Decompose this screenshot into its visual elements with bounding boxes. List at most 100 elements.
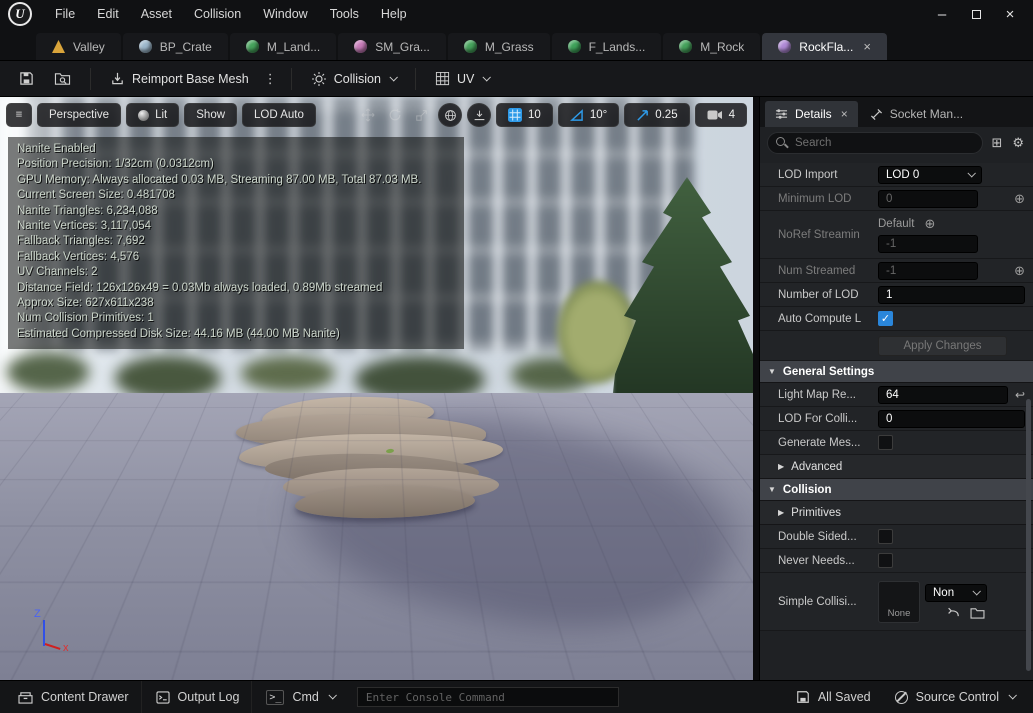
uv-menu-button[interactable]: UV: [426, 65, 498, 93]
perspective-label: Perspective: [49, 109, 110, 121]
generate-mesh-checkbox[interactable]: ✓: [878, 435, 893, 450]
property-label: Auto Compute L: [778, 312, 862, 325]
browse-to-asset-icon[interactable]: [970, 607, 985, 619]
close-tab-icon[interactable]: ×: [863, 39, 871, 54]
tab-details[interactable]: Details ×: [765, 101, 858, 127]
save-button[interactable]: [10, 65, 43, 93]
angle-snap-icon: [569, 109, 583, 121]
collision-menu-button[interactable]: Collision: [302, 65, 405, 93]
never-needs-checkbox[interactable]: ✓: [878, 553, 893, 568]
asset-tab-f-lands[interactable]: F_Lands...: [551, 33, 662, 60]
menu-collision[interactable]: Collision: [183, 0, 252, 28]
section-collision[interactable]: ▼ Collision: [760, 479, 1033, 501]
details-scrollbar[interactable]: [1026, 399, 1031, 671]
num-streamed-input[interactable]: -1: [878, 261, 978, 280]
lod-auto-button[interactable]: LOD Auto: [242, 103, 316, 127]
menu-help[interactable]: Help: [370, 0, 418, 28]
chevron-down-icon: [967, 168, 976, 178]
asset-tab-label: SM_Gra...: [375, 39, 430, 54]
static-mesh-icon: [778, 40, 792, 53]
output-log-icon: [155, 690, 170, 704]
browse-to-asset-button[interactable]: [45, 65, 80, 93]
console-command-input[interactable]: [356, 687, 619, 707]
move-icon: [361, 108, 375, 122]
row-advanced-expander[interactable]: ▶ Advanced: [760, 455, 1033, 479]
asset-tab-valley[interactable]: Valley: [36, 33, 121, 60]
unreal-logo-letter: U: [15, 6, 25, 21]
row-primitives-expander[interactable]: ▶ Primitives: [760, 501, 1033, 525]
add-override-icon[interactable]: ⊕: [1014, 191, 1025, 207]
scale-snap-control[interactable]: 0.25: [624, 103, 690, 127]
output-log-button[interactable]: Output Log: [144, 680, 253, 713]
content-drawer-button[interactable]: Content Drawer: [6, 680, 142, 713]
socket-manager-tab-label: Socket Man...: [889, 107, 964, 121]
lit-icon: [138, 109, 150, 121]
gear-icon[interactable]: ⚙: [1010, 135, 1026, 151]
double-sided-checkbox[interactable]: ✓: [878, 529, 893, 544]
lod-import-dropdown[interactable]: LOD 0: [878, 165, 982, 184]
menu-edit[interactable]: Edit: [86, 0, 130, 28]
asset-tab-sm-gra[interactable]: SM_Gra...: [338, 33, 446, 60]
menu-file[interactable]: File: [44, 0, 86, 28]
reimport-base-mesh-button[interactable]: Reimport Base Mesh: [101, 65, 258, 93]
lod-for-collision-input[interactable]: 0: [878, 409, 1025, 428]
asset-tab-rockfla-active[interactable]: RockFla... ×: [762, 33, 887, 60]
asset-tab-bp-crate[interactable]: BP_Crate: [122, 33, 228, 60]
menu-window[interactable]: Window: [252, 0, 318, 28]
collision-asset-thumbnail[interactable]: None: [878, 580, 920, 623]
section-general-settings[interactable]: ▼ General Settings: [760, 361, 1033, 383]
grid-snap-control[interactable]: 10: [496, 103, 553, 127]
maximize-button[interactable]: [959, 1, 993, 27]
show-menu-button[interactable]: Show: [184, 103, 238, 127]
world-space-toggle-button[interactable]: [438, 103, 463, 127]
menu-asset[interactable]: Asset: [130, 0, 183, 28]
chevron-down-icon: [389, 72, 398, 82]
cmd-selector-button[interactable]: >_ Cmd: [254, 681, 346, 713]
output-log-label: Output Log: [177, 690, 240, 704]
uv-label: UV: [456, 71, 475, 86]
asset-tab-m-land[interactable]: M_Land...: [229, 33, 337, 60]
viewport-toolbar: ≡ Perspective Lit Show LOD Auto 10 10° 0…: [6, 103, 747, 127]
unreal-logo-icon[interactable]: U: [8, 2, 32, 26]
all-saved-button[interactable]: All Saved: [784, 681, 883, 713]
asset-tab-label: M_Rock: [700, 39, 745, 54]
property-row-minimum-lod: Minimum LOD 0 ⊕: [760, 187, 1033, 211]
noref-streaming-input[interactable]: -1: [878, 235, 978, 253]
viewport-options-button[interactable]: ≡: [6, 103, 32, 127]
reimport-options-button[interactable]: ⋮: [260, 71, 281, 87]
surface-snap-button[interactable]: [467, 103, 492, 127]
asset-tab-m-rock[interactable]: M_Rock: [663, 33, 761, 60]
number-of-lod-input[interactable]: 1: [878, 285, 1025, 304]
collision-asset-dropdown[interactable]: Non: [925, 584, 987, 602]
minimize-button[interactable]: –: [925, 1, 959, 27]
add-override-icon[interactable]: ⊕: [924, 216, 935, 232]
camera-speed-control[interactable]: 4: [694, 103, 747, 127]
add-override-icon[interactable]: ⊕: [1014, 263, 1025, 279]
tab-socket-manager[interactable]: Socket Man...: [860, 101, 973, 127]
use-selected-asset-icon[interactable]: [946, 607, 960, 619]
property-row-lod-for-collision: LOD For Colli... 0: [760, 407, 1033, 431]
move-tool-button[interactable]: [357, 104, 379, 126]
asset-tab-label: M_Grass: [484, 39, 534, 54]
details-tab-label: Details: [795, 107, 832, 121]
perspective-button[interactable]: Perspective: [37, 103, 122, 127]
view-options-icon[interactable]: ⊞: [989, 135, 1004, 151]
lit-mode-button[interactable]: Lit: [126, 103, 180, 127]
auto-compute-checkbox[interactable]: ✓: [878, 311, 893, 326]
source-control-button[interactable]: Source Control: [883, 681, 1027, 713]
reset-to-default-icon[interactable]: ↩: [1015, 388, 1025, 402]
menu-tools[interactable]: Tools: [319, 0, 370, 28]
apply-changes-button[interactable]: Apply Changes: [878, 335, 1007, 356]
close-window-button[interactable]: ×: [993, 1, 1027, 27]
scale-tool-button[interactable]: [411, 104, 433, 126]
property-row-auto-compute: Auto Compute L ✓: [760, 307, 1033, 331]
rotate-tool-button[interactable]: [384, 104, 406, 126]
light-map-input[interactable]: 64: [878, 385, 1008, 404]
search-input[interactable]: [767, 132, 984, 154]
source-control-off-icon: [894, 690, 908, 704]
rotation-snap-control[interactable]: 10°: [557, 103, 620, 127]
asset-tab-m-grass[interactable]: M_Grass: [447, 33, 550, 60]
close-details-tab-icon[interactable]: ×: [841, 107, 848, 121]
minimum-lod-input[interactable]: 0: [878, 189, 978, 208]
lod-import-value: LOD 0: [886, 168, 920, 181]
